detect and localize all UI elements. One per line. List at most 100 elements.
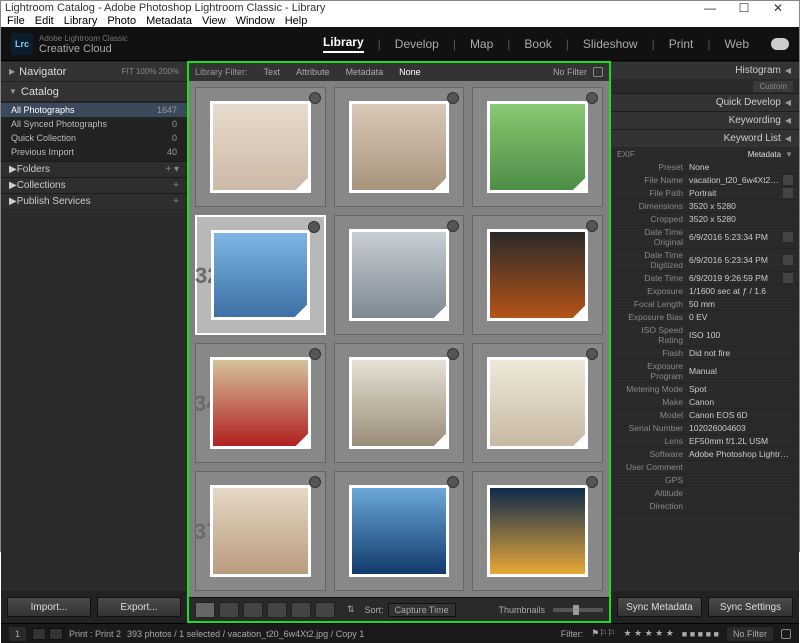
navigator-zoom-opts[interactable]: FIT 100% 200%	[122, 67, 179, 76]
metadata-row[interactable]: Cropped3520 x 5280	[611, 213, 799, 226]
filter-text[interactable]: Text	[264, 67, 281, 77]
module-develop[interactable]: Develop	[395, 37, 439, 51]
view-loupe-icon[interactable]	[219, 602, 239, 618]
menu-metadata[interactable]: Metadata	[146, 15, 192, 27]
grid-cell[interactable]	[334, 471, 465, 591]
catalog-item[interactable]: Previous Import40	[1, 145, 187, 159]
metadata-row[interactable]: Direction	[611, 500, 799, 513]
goto-icon[interactable]	[783, 175, 793, 185]
exif-bar[interactable]: EXIFMetadata▼	[611, 147, 799, 161]
thumbnail[interactable]	[349, 229, 449, 321]
thumbnail[interactable]	[487, 229, 587, 321]
filter-attribute[interactable]: Attribute	[296, 67, 330, 77]
metadata-row[interactable]: File PathPortrait	[611, 187, 799, 200]
module-book[interactable]: Book	[524, 37, 551, 51]
metadata-row[interactable]: MakeCanon	[611, 396, 799, 409]
goto-icon[interactable]	[783, 273, 793, 283]
sort-dir-icon[interactable]: ⇅	[347, 604, 355, 615]
metadata-row[interactable]: File Namevacation_t20_6w4Xt2.jpg	[611, 174, 799, 187]
grid-cell[interactable]	[334, 215, 465, 335]
metadata-row[interactable]: Focal Length50 mm	[611, 298, 799, 311]
grid-cell[interactable]	[195, 87, 326, 207]
metadata-row[interactable]: ModelCanon EOS 6D	[611, 409, 799, 422]
maximize-button[interactable]: ☐	[727, 1, 761, 15]
metadata-row[interactable]: GPS	[611, 474, 799, 487]
histogram-header[interactable]: Histogram◀	[611, 61, 799, 79]
metadata-row[interactable]: Date Time Digitized6/9/2016 5:23:34 PM	[611, 249, 799, 272]
thumbnail[interactable]	[487, 485, 587, 577]
metadata-row[interactable]: Altitude	[611, 487, 799, 500]
view-compare-icon[interactable]	[243, 602, 263, 618]
metadata-row[interactable]: FlashDid not fire	[611, 347, 799, 360]
metadata-row[interactable]: Date Time6/9/2019 9:26:59 PM	[611, 272, 799, 285]
metadata-row[interactable]: ISO Speed RatingISO 100	[611, 324, 799, 347]
plus-icon[interactable]: +	[173, 196, 179, 207]
keywording-header[interactable]: Keywording◀	[611, 111, 799, 129]
flag-filter-icon[interactable]: ⚑⚐⚐	[591, 628, 615, 639]
custom-bar[interactable]: Custom	[611, 79, 799, 93]
close-button[interactable]: ✕	[761, 1, 795, 15]
grid-cell[interactable]	[472, 87, 603, 207]
module-web[interactable]: Web	[725, 37, 749, 51]
lock-icon[interactable]	[593, 67, 603, 77]
keywordlist-header[interactable]: Keyword List◀	[611, 129, 799, 147]
grid-cell[interactable]	[334, 87, 465, 207]
page-indicator[interactable]: 1	[9, 627, 26, 641]
filter-none[interactable]: None	[399, 67, 421, 77]
view-survey-icon[interactable]	[267, 602, 287, 618]
metadata-row[interactable]: Exposure ProgramManual	[611, 360, 799, 383]
collections-header[interactable]: ▶Collections+	[1, 177, 187, 193]
goto-icon[interactable]	[783, 232, 793, 242]
sort-dropdown[interactable]: Capture Time	[388, 603, 456, 617]
print-indicator[interactable]: Print : Print 2	[69, 629, 121, 639]
cloud-sync-icon[interactable]	[771, 38, 789, 50]
metadata-row[interactable]: User Comment	[611, 461, 799, 474]
view-people-icon[interactable]	[291, 602, 311, 618]
grid-cell-selected[interactable]: 32	[195, 215, 326, 335]
grid-cell[interactable]	[334, 343, 465, 463]
metadata-row[interactable]: LensEF50mm f/1.2L USM	[611, 435, 799, 448]
catalog-item[interactable]: Quick Collection0	[1, 131, 187, 145]
thumbnail[interactable]	[210, 357, 310, 449]
menu-view[interactable]: View	[202, 15, 226, 27]
thumbnail[interactable]	[349, 485, 449, 577]
display-icon[interactable]	[32, 628, 46, 640]
filter-preset[interactable]: No Filter	[553, 67, 587, 77]
rating-filter[interactable]: ★ ★ ★ ★ ★	[623, 628, 673, 639]
painter-icon[interactable]	[315, 602, 335, 618]
metadata-row[interactable]: SoftwareAdobe Photoshop Lightroom S...	[611, 448, 799, 461]
export-button[interactable]: Export...	[97, 597, 181, 617]
filter-metadata[interactable]: Metadata	[346, 67, 384, 77]
lock-icon[interactable]	[781, 629, 791, 639]
metadata-row[interactable]: Serial Number102026004603	[611, 422, 799, 435]
menu-help[interactable]: Help	[285, 15, 308, 27]
sync-metadata-button[interactable]: Sync Metadata	[617, 597, 702, 617]
module-slideshow[interactable]: Slideshow	[583, 37, 638, 51]
grid-cell[interactable]	[472, 343, 603, 463]
metadata-row[interactable]: Date Time Original6/9/2016 5:23:34 PM	[611, 226, 799, 249]
thumbnail-size-slider[interactable]	[553, 608, 603, 612]
menu-file[interactable]: File	[7, 15, 25, 27]
publish-header[interactable]: ▶Publish Services+	[1, 193, 187, 209]
color-filter[interactable]: ■ ■ ■ ■ ■	[682, 629, 719, 639]
module-map[interactable]: Map	[470, 37, 493, 51]
plus-icon[interactable]: +	[173, 180, 179, 191]
metadata-row[interactable]: Exposure1/1600 sec at ƒ / 1.6	[611, 285, 799, 298]
grid-cell[interactable]: 37	[195, 471, 326, 591]
display-icon[interactable]	[49, 628, 63, 640]
metadata-row[interactable]: Metering ModeSpot	[611, 383, 799, 396]
thumbnail-grid[interactable]: 32 34 37	[189, 81, 609, 597]
goto-icon[interactable]	[783, 255, 793, 265]
filter-preset-status[interactable]: No Filter	[727, 627, 773, 641]
plus-icon[interactable]: + ▾	[165, 164, 179, 175]
grid-cell[interactable]: 34	[195, 343, 326, 463]
catalog-item[interactable]: All Synced Photographs0	[1, 117, 187, 131]
thumbnail[interactable]	[349, 101, 449, 193]
preset-row[interactable]: PresetNone	[611, 161, 799, 174]
thumbnail[interactable]	[210, 101, 310, 193]
menu-library[interactable]: Library	[64, 15, 98, 27]
thumbnail[interactable]	[487, 101, 587, 193]
minimize-button[interactable]: —	[693, 1, 727, 15]
quickdev-header[interactable]: Quick Develop◀	[611, 93, 799, 111]
metadata-row[interactable]: Dimensions3520 x 5280	[611, 200, 799, 213]
